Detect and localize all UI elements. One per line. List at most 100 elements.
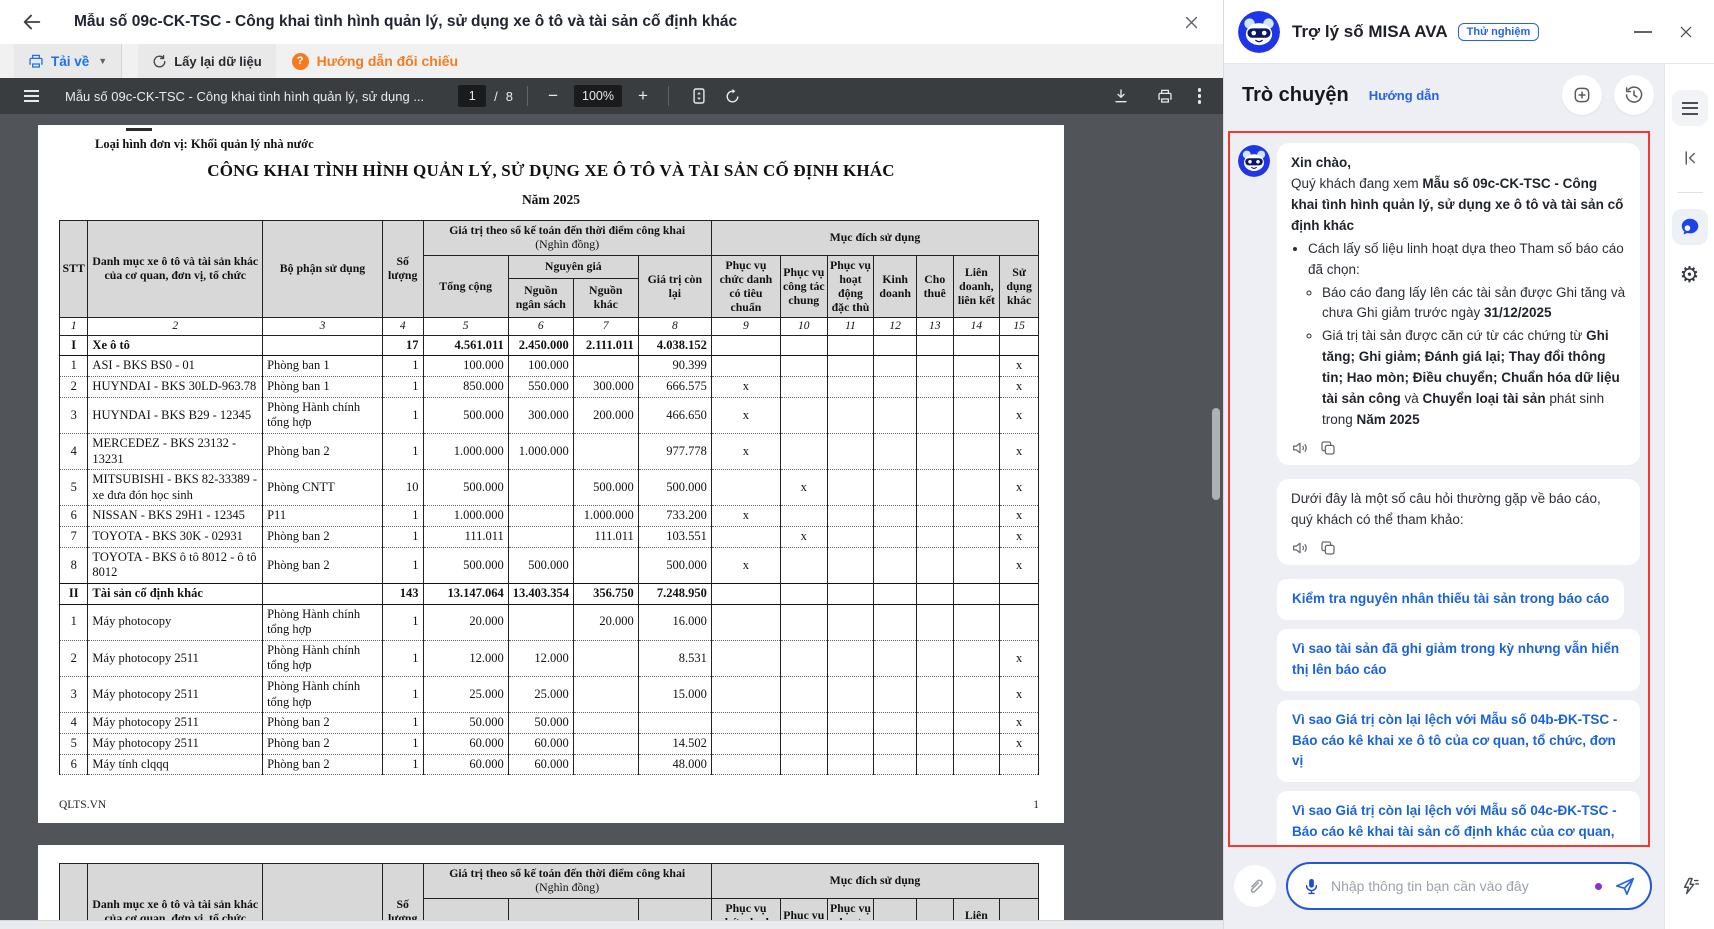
doc-title: CÔNG KHAI TÌNH HÌNH QUẢN LÝ, SỬ DỤNG XE … [59, 161, 1043, 181]
asset-table: STT Danh mục xe ô tô và tài sản khác của… [59, 220, 1039, 775]
hamburger-icon [1682, 102, 1698, 115]
pdf-download-button[interactable] [1113, 88, 1129, 104]
guide-link-chat[interactable]: Hướng dẫn [1369, 88, 1440, 103]
pdf-horizontal-scrollbar[interactable] [0, 920, 1223, 929]
document-page-2-fragment: Danh mục xe ô tô và tài sản khác của cơ … [38, 845, 1064, 920]
msg-greeting: Xin chào, [1291, 155, 1351, 170]
p2-col-header-qty: Số lượng [382, 864, 423, 921]
col-header-name: Danh mục xe ô tô và tài sản khác của cơ … [88, 221, 263, 318]
close-icon [1678, 24, 1694, 40]
table-row: 1ASI - BKS BS0 - 01Phòng ban 11100.00010… [60, 356, 1039, 377]
new-chat-button[interactable] [1562, 75, 1602, 115]
clipped-text-fragment [126, 128, 152, 131]
chat-input-pill [1286, 862, 1652, 910]
fit-page-button[interactable] [692, 87, 706, 105]
chat-input-row [1224, 857, 1664, 929]
rotate-icon [724, 88, 741, 105]
strip-menu-button[interactable] [1672, 90, 1708, 126]
table-row: 4Máy photocopy 2511Phòng ban 2150.00050.… [60, 713, 1039, 734]
col-group-purpose: Mục đích sử dụng [711, 221, 1038, 256]
more-options-button[interactable] [1192, 88, 1208, 104]
send-button[interactable] [1614, 875, 1636, 897]
close-assistant-button[interactable] [1678, 24, 1694, 40]
page-total: 8 [506, 89, 513, 104]
assistant-message-2: Dưới đây là một số câu hỏi thường gặp về… [1277, 479, 1640, 565]
tab-chat[interactable]: Trò chuyện [1242, 84, 1349, 107]
trial-badge: Thử nghiệm [1458, 23, 1540, 41]
minimize-button[interactable] [1634, 31, 1652, 33]
copy-icon [1319, 439, 1337, 457]
table-row: 6Máy tính clqqqPhòng ban 2160.00060.0004… [60, 754, 1039, 775]
col-header-other: Nguồn khác [573, 279, 638, 318]
read-aloud-button[interactable] [1291, 539, 1309, 557]
suggestion-chip[interactable]: Kiểm tra nguyên nhân thiếu tài sản trong… [1277, 579, 1624, 620]
assistant-panel: Trợ lý số MISA AVA Thử nghiệm Trò chuyện… [1223, 0, 1714, 929]
history-icon [1624, 85, 1644, 105]
col-group-value: Giá trị theo sổ kế toán đến thời điểm cô… [423, 221, 711, 256]
pdf-toolbar: Mẫu số 09c-CK-TSC - Công khai tình hình … [0, 78, 1223, 114]
table-row: 2Máy photocopy 2511Phòng Hành chính tổng… [60, 640, 1039, 676]
quick-actions-button[interactable] [1680, 876, 1700, 901]
pdf-print-button[interactable] [1157, 88, 1173, 104]
table-row: 7TOYOTA - BKS 30K - 02931Phòng ban 21111… [60, 527, 1039, 548]
assistant-header: Trợ lý số MISA AVA Thử nghiệm [1224, 0, 1714, 64]
rotate-button[interactable] [724, 88, 741, 105]
mic-button[interactable] [1302, 877, 1321, 896]
doc-unit-type: Loại hình đơn vị: Khối quản lý nhà nước [95, 137, 1043, 152]
assistant-message-1: Xin chào, Quý khách đang xem Mẫu số 09c-… [1238, 143, 1640, 465]
table-section-row: IXe ô tô174.561.0112.450.0002.111.0114.0… [60, 335, 1039, 356]
fit-page-icon [692, 87, 706, 105]
guide-link[interactable]: ? Hướng dẫn đối chiếu [276, 44, 474, 78]
suggestion-chip[interactable]: Vì sao Giá trị còn lại lệch với Mẫu số 0… [1277, 700, 1640, 783]
col-header-p14: Liên doanh, liên kết [953, 255, 1000, 318]
suggestion-chip[interactable]: Vì sao tài sản đã ghi giảm trong kỳ nhưn… [1277, 629, 1640, 691]
p2-col-group-purpose: Mục đích sử dụng [711, 864, 1038, 899]
page-divider: / [494, 89, 498, 104]
back-button[interactable] [18, 8, 46, 36]
attach-button[interactable] [1234, 865, 1276, 907]
download-button[interactable]: Tải về ▼ [14, 44, 122, 78]
ava-message-avatar [1238, 145, 1270, 177]
chat-input[interactable] [1331, 878, 1595, 894]
read-aloud-button[interactable] [1291, 439, 1309, 457]
column-number-row: 123456789101112131415 [60, 318, 1039, 335]
chat-bubble-icon [1679, 216, 1701, 238]
zoom-in-button[interactable]: + [632, 86, 654, 106]
table-section-row: IITài sản cố định khác14313.147.06413.40… [60, 583, 1039, 604]
message-bubble: Xin chào, Quý khách đang xem Mẫu số 09c-… [1277, 143, 1640, 465]
pdf-menu-button[interactable] [24, 90, 39, 102]
col-header-dept: Bộ phận sử dụng [263, 221, 383, 318]
reload-data-button[interactable]: Lấy lại dữ liệu [138, 44, 275, 78]
table-row: 5MITSUBISHI - BKS 82-33389 - xe đưa đón … [60, 470, 1039, 506]
history-button[interactable] [1614, 75, 1654, 115]
report-titlebar: Mẫu số 09c-CK-TSC - Công khai tình hình … [0, 0, 1223, 44]
suggestion-chip[interactable]: Vì sao Giá trị còn lại lệch với Mẫu số 0… [1277, 791, 1640, 847]
close-icon [1183, 14, 1200, 31]
guide-label: Hướng dẫn đối chiếu [317, 53, 458, 69]
pdf-vertical-scrollbar[interactable] [1212, 408, 1220, 500]
suggestion-list: Kiểm tra nguyên nhân thiếu tài sản trong… [1277, 579, 1640, 847]
p2-col-header-dept [263, 864, 383, 921]
side-icon-strip: ⚙ [1664, 64, 1714, 929]
copy-icon [1319, 539, 1337, 557]
download-icon [1113, 88, 1129, 104]
copy-button[interactable] [1319, 439, 1337, 457]
settings-gear-icon[interactable]: ⚙ [1680, 265, 1700, 287]
table-row: 1Máy photocopyPhòng Hành chính tổng hợp1… [60, 604, 1039, 640]
pdf-doc-title: Mẫu số 09c-CK-TSC - Công khai tình hình … [65, 89, 424, 104]
copy-button[interactable] [1319, 539, 1337, 557]
collapse-left-icon [1681, 149, 1699, 167]
doc-year: Năm 2025 [59, 192, 1043, 208]
col-header-qty: Số lượng [382, 221, 423, 318]
speaker-icon [1291, 439, 1309, 457]
back-arrow-icon [21, 11, 43, 33]
collapse-panel-button[interactable] [1672, 140, 1708, 176]
reload-label: Lấy lại dữ liệu [174, 54, 261, 69]
page-number-input[interactable]: 1 [458, 85, 486, 107]
col-header-remaining: Giá trị còn lại [638, 255, 711, 318]
zoom-level[interactable]: 100% [574, 85, 622, 107]
zoom-out-button[interactable]: − [542, 86, 564, 106]
download-label: Tải về [51, 54, 89, 69]
close-report-button[interactable] [1177, 8, 1205, 36]
chat-tab-button[interactable] [1672, 209, 1708, 245]
